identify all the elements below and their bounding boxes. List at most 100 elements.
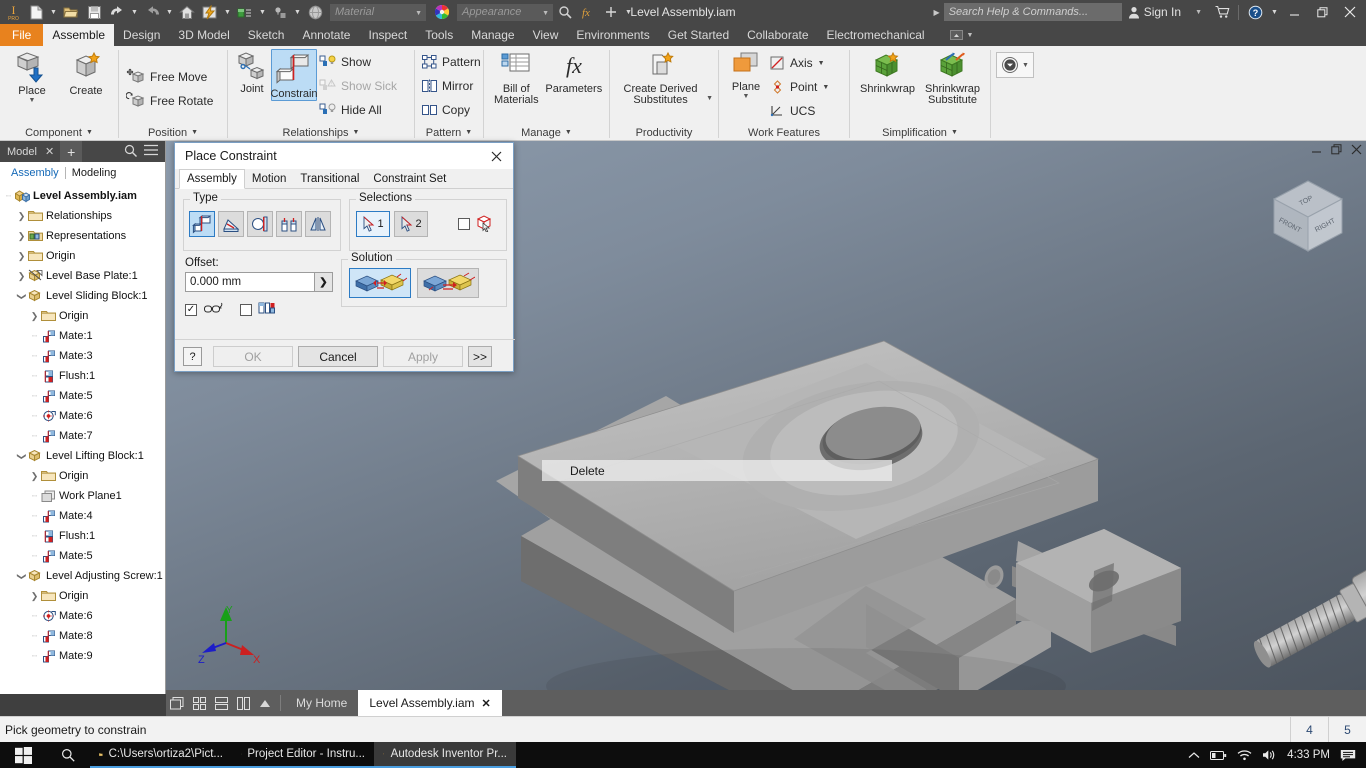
panel-label-manage[interactable]: Manage ▼ — [484, 124, 609, 141]
return-dropdown-icon[interactable]: ▼ — [257, 1, 268, 23]
chevron-down-icon[interactable]: ▼ — [743, 93, 750, 100]
tree-item[interactable]: ┈ Mate:5 — [0, 386, 165, 406]
show-relationships-button[interactable]: Show — [317, 50, 403, 74]
chevron-right-icon[interactable]: ❯ — [29, 311, 40, 322]
taskbar-app-explorer[interactable]: C:\Users\ortiza2\Pict... — [90, 742, 232, 768]
free-rotate-button[interactable]: Free Rotate — [124, 89, 219, 113]
tab-manage[interactable]: Manage — [462, 24, 523, 46]
new-dropdown-icon[interactable]: ▼ — [48, 1, 59, 23]
undo-icon[interactable] — [106, 1, 128, 23]
tile-windows-icon[interactable] — [166, 690, 188, 716]
solution-aligned-button[interactable] — [417, 268, 479, 298]
dialog-tab-transitional[interactable]: Transitional — [293, 169, 366, 188]
tree-item[interactable]: ┈ Flush:1 — [0, 366, 165, 386]
panel-label-position[interactable]: Position ▼ — [119, 124, 227, 141]
work-point-button[interactable]: Point ▼ — [768, 75, 835, 99]
ok-button[interactable]: OK — [213, 346, 293, 367]
save-icon[interactable] — [83, 1, 105, 23]
create-derived-substitutes-button[interactable]: Create Derived Substitutes — [615, 49, 706, 106]
pick-part-first-icon[interactable] — [475, 214, 493, 235]
chevron-right-icon[interactable]: ❯ — [16, 211, 27, 222]
tree-item[interactable]: ❯ Origin — [0, 466, 165, 486]
angle-constraint-button[interactable] — [218, 211, 244, 237]
dialog-tab-motion[interactable]: Motion — [245, 169, 294, 188]
tab-environments[interactable]: Environments — [567, 24, 658, 46]
shrinkwrap-substitute-button[interactable]: Shrinkwrap Substitute — [920, 49, 985, 106]
chevron-down-icon[interactable]: ▼ — [822, 84, 829, 91]
tree-item[interactable]: ┈ Mate:9 — [0, 646, 165, 666]
tree-item[interactable]: ❯ Relationships — [0, 206, 165, 226]
tree-item[interactable]: ┈ Mate:4 — [0, 506, 165, 526]
chevron-down-icon[interactable]: ❯ — [16, 451, 27, 462]
tree-item[interactable]: ❯ Level Lifting Block:1 — [0, 446, 165, 466]
place-component-button[interactable]: Place ▼ — [5, 49, 59, 104]
tree-item[interactable]: ┈ Flush:1 — [0, 526, 165, 546]
chevron-right-icon[interactable]: ❯ — [16, 231, 27, 242]
tab-sketch[interactable]: Sketch — [239, 24, 294, 46]
apply-button[interactable]: Apply — [383, 346, 463, 367]
appearance-dropdown[interactable]: Appearance ▼ — [457, 3, 553, 21]
shrinkwrap-button[interactable]: Shrinkwrap — [855, 49, 920, 95]
search-icon[interactable] — [124, 144, 137, 160]
search-appearance-icon[interactable] — [554, 1, 576, 23]
insert-constraint-button[interactable] — [276, 211, 302, 237]
home-icon[interactable] — [176, 1, 198, 23]
tab-inspect[interactable]: Inspect — [359, 24, 416, 46]
material-dropdown[interactable]: Material ▼ — [330, 3, 426, 21]
convert-button[interactable]: ▼ — [996, 52, 1034, 78]
appearance-sphere-icon[interactable] — [304, 1, 326, 23]
tree-item[interactable]: ┈ Mate:6 — [0, 606, 165, 626]
taskbar-app-chrome[interactable]: Project Editor - Instru... — [232, 742, 374, 768]
chevron-up-icon[interactable] — [1188, 751, 1200, 760]
pick-part-first-checkbox[interactable] — [458, 218, 470, 230]
viewport-minimize-button[interactable] — [1311, 144, 1322, 158]
tab-electromechanical[interactable]: Electromechanical — [818, 24, 934, 46]
tab-file[interactable]: File — [0, 24, 44, 46]
tree-item[interactable]: ┈ Mate:6 — [0, 406, 165, 426]
mirror-button[interactable]: Mirror — [420, 74, 487, 98]
expand-up-icon[interactable] — [254, 690, 276, 716]
offset-input[interactable]: 0.000 mm — [185, 272, 315, 292]
close-icon[interactable]: ✕ — [45, 145, 54, 158]
work-axis-button[interactable]: Axis ▼ — [768, 51, 835, 75]
volume-icon[interactable] — [1262, 749, 1277, 761]
taskbar-clock[interactable]: 4:33 PM — [1287, 749, 1330, 761]
viewport-close-button[interactable] — [1351, 144, 1362, 158]
update-icon[interactable] — [199, 1, 221, 23]
tab-3d-model[interactable]: 3D Model — [169, 24, 238, 46]
chevron-down-icon[interactable]: ▼ — [29, 97, 36, 104]
help-button[interactable]: ? — [183, 347, 202, 366]
tab-tools[interactable]: Tools — [416, 24, 462, 46]
chevron-down-icon[interactable]: ▼ — [818, 60, 825, 67]
panel-label-component[interactable]: Component ▼ — [0, 124, 118, 141]
tree-item[interactable]: ❯ Origin — [0, 246, 165, 266]
update-dropdown-icon[interactable]: ▼ — [222, 1, 233, 23]
tree-item[interactable]: ┈ Mate:7 — [0, 426, 165, 446]
redo-dropdown-icon[interactable]: ▼ — [164, 1, 175, 23]
tree-item[interactable]: ┈ Mate:5 — [0, 546, 165, 566]
close-button[interactable] — [1336, 0, 1364, 24]
add-qat-icon[interactable] — [600, 1, 622, 23]
fx-icon[interactable]: fx — [577, 1, 599, 23]
notifications-icon[interactable] — [1340, 749, 1356, 762]
tab-view[interactable]: View — [524, 24, 568, 46]
free-move-button[interactable]: Free Move — [124, 65, 219, 89]
open-icon[interactable] — [60, 1, 82, 23]
create-component-button[interactable]: Create — [59, 49, 113, 97]
doc-tab-my-home[interactable]: My Home — [285, 690, 358, 716]
tree-item[interactable]: ┈ Work Plane1 — [0, 486, 165, 506]
appearance-wheel-icon[interactable] — [431, 1, 453, 23]
search-input[interactable]: Search Help & Commands... — [943, 3, 1122, 21]
selection-2-button[interactable]: 2 — [394, 211, 428, 237]
new-icon[interactable] — [25, 1, 47, 23]
subtab-modeling[interactable]: Modeling — [66, 167, 123, 179]
tab-assemble[interactable]: Assemble — [43, 24, 115, 46]
bill-of-materials-button[interactable]: Bill of Materials — [489, 49, 544, 106]
ucs-button[interactable]: UCS — [768, 99, 835, 123]
show-sick-button[interactable]: ! Show Sick — [317, 74, 403, 98]
restore-button[interactable] — [1308, 0, 1336, 24]
plus-icon[interactable]: + — [60, 141, 83, 162]
chevron-right-icon[interactable]: ❯ — [29, 591, 40, 602]
tree-item[interactable]: ┈ Mate:1 — [0, 326, 165, 346]
place-constraint-dialog[interactable]: Place Constraint Assembly Motion Transitio… — [174, 142, 515, 372]
